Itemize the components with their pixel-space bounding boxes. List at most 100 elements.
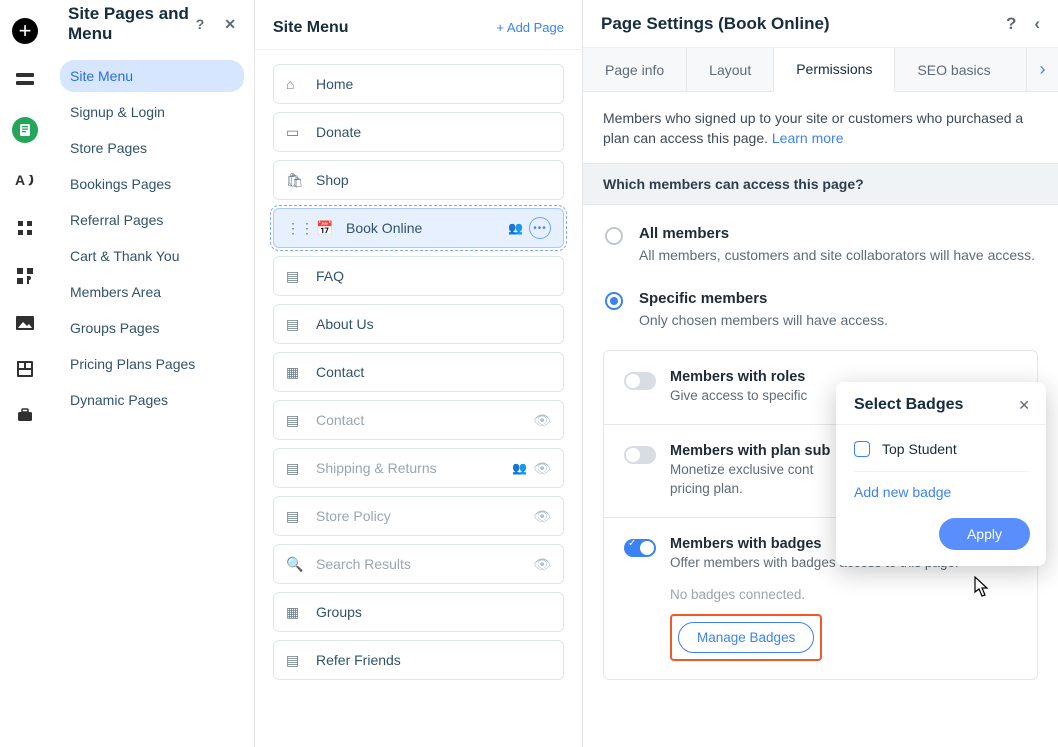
radio-input[interactable] xyxy=(605,227,623,245)
site-menu-panel: Site Menu + Add Page ⌂Home ▭Donate 🛍 Shop… xyxy=(255,0,583,747)
learn-more-link[interactable]: Learn more xyxy=(772,130,844,146)
svg-text:A: A xyxy=(15,172,25,188)
page-item-label: FAQ xyxy=(316,268,344,284)
grid-icon: ▦ xyxy=(286,364,302,381)
settings-tabs: Page info Layout Permissions SEO basics … xyxy=(583,48,1058,92)
popover-header: Select Badges ✕ xyxy=(836,382,1046,425)
sidebar-item-referral[interactable]: Referral Pages xyxy=(60,204,244,236)
sidebar-list: Site Menu Signup & Login Store Pages Boo… xyxy=(50,48,254,428)
tab-seo[interactable]: SEO basics xyxy=(895,48,1012,91)
page-item-label: Home xyxy=(316,76,353,92)
manage-badges-button[interactable]: Manage Badges xyxy=(678,622,814,653)
page-icon: ▤ xyxy=(286,652,302,669)
section-title: Which members can access this page? xyxy=(583,163,1058,205)
page-icon: ▤ xyxy=(286,412,302,429)
sidebar-item-label: Pricing Plans Pages xyxy=(70,356,195,372)
page-item-donate[interactable]: ▭Donate xyxy=(273,112,564,152)
toggle-badges[interactable] xyxy=(624,539,656,557)
checkbox[interactable] xyxy=(854,441,870,457)
sidebar-item-label: Groups Pages xyxy=(70,320,160,336)
sidebar-item-pricing[interactable]: Pricing Plans Pages xyxy=(60,348,244,380)
sidebar-item-label: Signup & Login xyxy=(70,104,165,120)
page-item-home[interactable]: ⌂Home xyxy=(273,64,564,104)
page-item-contact-2[interactable]: ▤Contact👁 xyxy=(273,400,564,440)
pages-icon[interactable] xyxy=(12,117,38,143)
card-title: Members with plan sub xyxy=(670,443,830,459)
page-item-refer[interactable]: ▤ Refer Friends xyxy=(273,640,564,680)
card-subtitle: Monetize exclusive contpricing plan. xyxy=(670,461,830,499)
panel2-header: Site Menu + Add Page xyxy=(255,0,582,50)
apply-button[interactable]: Apply xyxy=(939,518,1030,550)
highlight-box: Manage Badges xyxy=(670,614,822,661)
theme-icon[interactable]: A xyxy=(15,171,35,192)
sidebar-item-site-menu[interactable]: Site Menu xyxy=(60,60,244,92)
page-item-contact[interactable]: ▦Contact xyxy=(273,352,564,392)
sidebar-item-label: Dynamic Pages xyxy=(70,392,168,408)
page-item-about[interactable]: ▤About Us xyxy=(273,304,564,344)
sidebar-item-members[interactable]: Members Area xyxy=(60,276,244,308)
page-item-search[interactable]: 🔍Search Results👁 xyxy=(273,544,564,584)
close-icon[interactable]: ✕ xyxy=(1018,397,1030,414)
tab-permissions[interactable]: Permissions xyxy=(774,48,895,92)
option-subtitle: All members, customers and site collabor… xyxy=(639,246,1035,265)
option-title: Specific members xyxy=(639,290,888,307)
grid-icon: ▦ xyxy=(286,604,302,621)
page-item-label: Contact xyxy=(316,412,364,428)
sidebar-item-dynamic[interactable]: Dynamic Pages xyxy=(60,384,244,416)
tab-label: Layout xyxy=(709,62,751,78)
hidden-icon: 👁 xyxy=(533,460,551,477)
page-item-book-online[interactable]: ⋮⋮ 📅 Book Online 👥 ••• xyxy=(273,208,564,248)
sidebar-item-label: Site Menu xyxy=(70,68,133,84)
page-list: ⌂Home ▭Donate 🛍 Shop ⋮⋮ 📅 Book Online 👥 •… xyxy=(255,50,582,694)
card-subtitle: Give access to specific xyxy=(670,387,807,406)
sidebar-item-store[interactable]: Store Pages xyxy=(60,132,244,164)
page-settings-panel: Page Settings (Book Online) ? ‹ Page inf… xyxy=(583,0,1058,747)
page-item-label: Shop xyxy=(316,172,349,188)
site-pages-panel: Site Pages and Menu ? ✕ Site Menu Signup… xyxy=(50,0,255,747)
add-badge-link[interactable]: Add new badge xyxy=(854,471,1028,500)
sidebar-item-groups[interactable]: Groups Pages xyxy=(60,312,244,344)
bag-icon: 🛍 xyxy=(286,172,302,189)
data-icon[interactable] xyxy=(17,361,33,380)
hidden-icon: 👁 xyxy=(533,508,551,525)
tab-page-info[interactable]: Page info xyxy=(583,48,687,91)
sidebar-item-label: Cart & Thank You xyxy=(70,248,179,264)
add-icon[interactable]: + xyxy=(12,18,38,44)
add-page-button[interactable]: + Add Page xyxy=(496,20,564,35)
page-item-shop[interactable]: 🛍 Shop xyxy=(273,160,564,200)
page-item-label: About Us xyxy=(316,316,374,332)
help-icon[interactable]: ? xyxy=(1006,14,1016,34)
radio-input[interactable] xyxy=(605,292,623,310)
sections-icon[interactable] xyxy=(15,72,35,89)
help-icon[interactable]: ? xyxy=(196,16,205,33)
puzzle-icon[interactable] xyxy=(16,267,34,288)
badge-option[interactable]: Top Student xyxy=(854,437,1028,471)
page-item-shipping[interactable]: ▤Shipping & Returns👥👁 xyxy=(273,448,564,488)
page-item-faq[interactable]: ▤ FAQ xyxy=(273,256,564,296)
badges-note: No badges connected. xyxy=(670,587,1017,602)
sidebar-item-cart[interactable]: Cart & Thank You xyxy=(60,240,244,272)
drag-icon[interactable]: ⋮⋮ xyxy=(286,220,302,237)
search-icon: 🔍 xyxy=(286,556,302,573)
close-icon[interactable]: ✕ xyxy=(224,16,236,33)
more-button[interactable]: ••• xyxy=(529,217,551,239)
tabs-next-button[interactable]: › xyxy=(1026,48,1058,91)
panel1-header: Site Pages and Menu ? ✕ xyxy=(50,0,254,48)
page-icon: ▤ xyxy=(286,268,302,285)
page-item-groups[interactable]: ▦ Groups xyxy=(273,592,564,632)
page-item-label: Refer Friends xyxy=(316,652,401,668)
sidebar-item-signup[interactable]: Signup & Login xyxy=(60,96,244,128)
radio-specific-members[interactable]: Specific members Only chosen members wil… xyxy=(603,270,1038,336)
media-icon[interactable] xyxy=(16,316,34,333)
tab-layout[interactable]: Layout xyxy=(687,48,774,91)
back-icon[interactable]: ‹ xyxy=(1034,14,1040,34)
page-item-label: Groups xyxy=(316,604,362,620)
apps-icon[interactable] xyxy=(17,220,33,239)
page-item-store-policy[interactable]: ▤Store Policy👁 xyxy=(273,496,564,536)
toggle-roles[interactable] xyxy=(624,372,656,390)
radio-all-members[interactable]: All members All members, customers and s… xyxy=(603,205,1038,271)
sidebar-item-bookings[interactable]: Bookings Pages xyxy=(60,168,244,200)
popover-footer: Apply xyxy=(836,504,1046,566)
toggle-plan[interactable] xyxy=(624,446,656,464)
business-icon[interactable] xyxy=(17,408,33,425)
